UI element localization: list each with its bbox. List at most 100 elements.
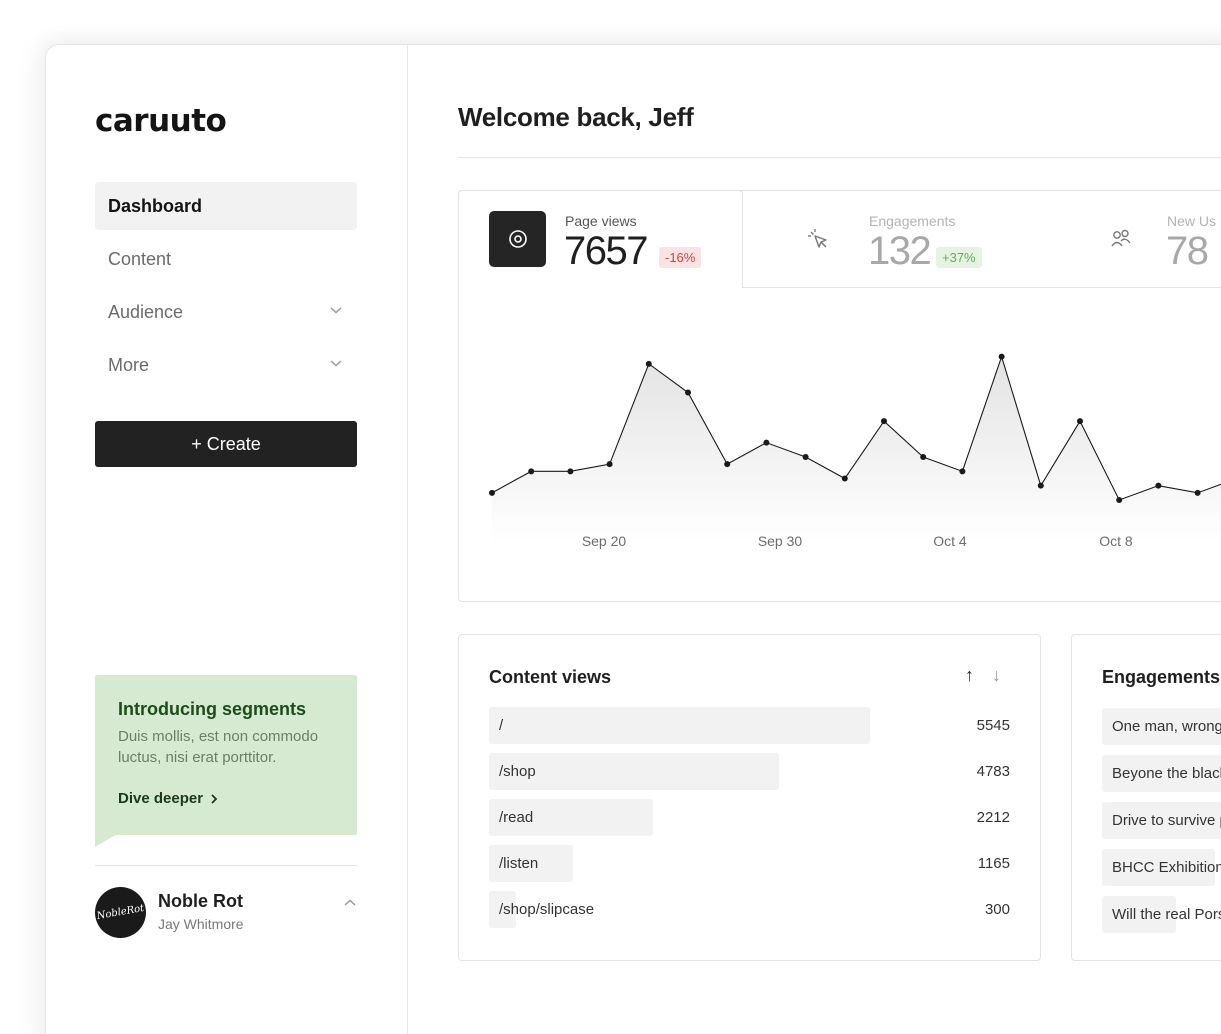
chart-area: [492, 356, 1221, 543]
data-point[interactable]: [567, 468, 574, 475]
avatar: NobleRot: [90, 882, 151, 943]
row-views: 300: [984, 901, 1010, 918]
x-tick-label: Sep 20: [582, 533, 627, 549]
data-point[interactable]: [920, 454, 927, 460]
sort-ascending-icon[interactable]: ↑: [965, 665, 974, 686]
data-point[interactable]: [802, 454, 809, 460]
chevron-right-icon: [211, 793, 218, 804]
metric-tab-new-users[interactable]: New Us 78: [1079, 191, 1221, 287]
row-path: /shop/slipcase: [499, 901, 595, 918]
metric-tabs: Page views 7657 -16% Engagements 132 +37…: [458, 190, 1221, 288]
data-point[interactable]: [1037, 482, 1044, 489]
sidebar-divider: [95, 865, 357, 866]
sidebar-item-label: Dashboard: [108, 195, 203, 216]
dive-deeper-link[interactable]: Dive deeper: [118, 790, 334, 807]
list-item[interactable]: BHCC Exhibition: [1102, 849, 1221, 886]
sidebar-item-label: Audience: [108, 301, 184, 322]
sidebar-nav: Dashboard Content Audience More: [95, 182, 357, 394]
metric-tab-page-views[interactable]: Page views 7657 -16%: [458, 190, 743, 288]
data-point[interactable]: [724, 461, 731, 468]
metric-value: 78: [1166, 229, 1209, 273]
metric-value: 132: [868, 229, 932, 273]
data-point[interactable]: [1155, 482, 1162, 489]
list-item-label: Beyone the black: [1112, 765, 1221, 782]
list-item-label: One man, wrong: [1112, 718, 1221, 735]
data-point[interactable]: [841, 475, 848, 482]
app-window: caruuto Dashboard Content Audience More …: [45, 44, 1221, 1034]
data-point[interactable]: [685, 389, 691, 396]
data-point[interactable]: [763, 439, 770, 446]
metrics-chart-card: Page views 7657 -16% Engagements 132 +37…: [458, 190, 1221, 602]
table-row[interactable]: /shop/slipcase 300: [489, 891, 1010, 928]
x-tick-label: Oct 4: [933, 533, 967, 549]
data-point[interactable]: [528, 468, 535, 475]
table-row[interactable]: /shop 4783: [489, 753, 1010, 790]
sidebar-item-label: Content: [108, 248, 172, 269]
user-name: Noble Rot: [158, 891, 243, 911]
create-button[interactable]: + Create: [95, 421, 357, 467]
x-tick-label: Sep 30: [758, 533, 803, 549]
data-point[interactable]: [606, 461, 613, 468]
list-item-label: Will the real Pors: [1112, 906, 1221, 923]
promo-card: Introducing segments Duis mollis, est no…: [95, 675, 357, 835]
x-tick-label: Oct 8: [1099, 533, 1133, 549]
sidebar-item-more[interactable]: More: [95, 341, 357, 389]
row-views: 4783: [976, 763, 1010, 780]
main-content: Welcome back, Jeff Page views 7657 -16%: [408, 45, 1221, 1034]
data-point[interactable]: [489, 489, 495, 496]
row-path: /shop: [499, 763, 536, 780]
row-path: /read: [499, 809, 534, 826]
data-point[interactable]: [1194, 489, 1201, 496]
chevron-up-icon[interactable]: [343, 896, 357, 910]
user-subtitle: Jay Whitmore: [158, 916, 244, 932]
list-item[interactable]: Will the real Pors: [1102, 896, 1221, 933]
card-title: Content views: [489, 667, 612, 687]
header-divider: [458, 157, 1221, 158]
list-item[interactable]: Beyone the black: [1102, 755, 1221, 792]
promo-text: Duis mollis, est non commodo luctus, nis…: [118, 728, 319, 766]
create-button-label: + Create: [191, 433, 261, 454]
cursor-click-icon: [808, 229, 827, 248]
list-item[interactable]: One man, wrong: [1102, 708, 1221, 745]
chevron-down-icon[interactable]: [329, 303, 343, 317]
list-item[interactable]: Drive to survive p: [1102, 802, 1221, 839]
list-item-label: BHCC Exhibition: [1112, 859, 1221, 876]
row-views: 5545: [976, 717, 1010, 734]
data-point[interactable]: [959, 468, 966, 475]
sidebar-item-audience[interactable]: Audience: [95, 288, 357, 336]
metric-label: New Us: [1167, 213, 1217, 229]
data-point[interactable]: [1077, 418, 1083, 425]
sort-descending-icon[interactable]: ↓: [992, 665, 1001, 686]
data-point[interactable]: [1116, 497, 1123, 503]
sidebar-item-label: More: [108, 354, 150, 375]
promo-title: Introducing segments: [118, 699, 307, 719]
table-row[interactable]: /listen 1165: [489, 845, 1010, 882]
brand-logo[interactable]: caruuto: [95, 103, 227, 139]
row-bar: [489, 707, 870, 744]
metric-tab-engagements[interactable]: Engagements 132 +37%: [744, 191, 1044, 287]
content-views-card: Content views ↑ ↓ / 5545/shop 4783/read 221…: [458, 634, 1041, 961]
users-icon: [1111, 229, 1131, 247]
change-badge: -16%: [659, 247, 702, 268]
data-point[interactable]: [998, 353, 1005, 360]
page-views-chart: Sep 20 Sep 30 Oct 4 Oct 8: [489, 353, 1221, 549]
row-path: /listen: [499, 855, 539, 872]
sidebar-item-content[interactable]: Content: [95, 235, 357, 283]
list-item-label: Drive to survive p: [1112, 812, 1221, 829]
table-row[interactable]: / 5545: [489, 707, 1010, 744]
dive-deeper-label: Dive deeper: [118, 790, 204, 807]
row-views: 1165: [977, 855, 1010, 872]
sidebar: caruuto Dashboard Content Audience More …: [46, 45, 408, 1034]
metric-label: Page views: [565, 213, 637, 229]
change-badge: +37%: [936, 247, 982, 268]
data-point[interactable]: [645, 360, 652, 367]
engagements-card: Engagements One man, wrong Beyone the bla…: [1071, 634, 1221, 961]
user-account[interactable]: NobleRot Noble Rot Jay Whitmore: [90, 882, 357, 943]
data-point[interactable]: [881, 418, 887, 425]
metric-value: 7657: [564, 229, 648, 273]
metric-label: Engagements: [869, 213, 956, 229]
chevron-down-icon[interactable]: [329, 356, 343, 370]
card-title: Engagements: [1102, 667, 1221, 687]
table-row[interactable]: /read 2212: [489, 799, 1010, 836]
sidebar-item-dashboard[interactable]: Dashboard: [95, 182, 357, 230]
